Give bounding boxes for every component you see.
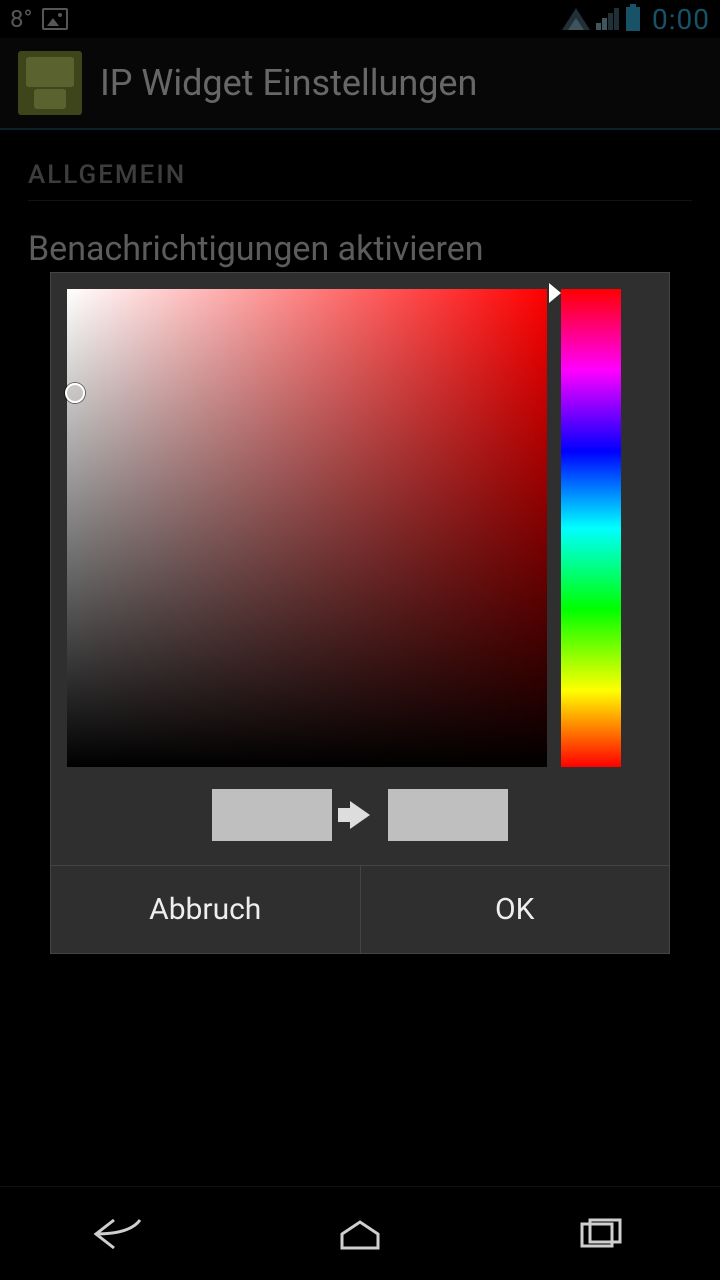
home-icon [330,1214,390,1254]
back-button[interactable] [60,1206,180,1262]
cancel-button[interactable]: Abbruch [51,866,361,953]
home-button[interactable] [300,1206,420,1262]
hue-slider[interactable] [561,289,621,767]
ok-button[interactable]: OK [361,866,670,953]
hue-indicator-icon[interactable] [549,283,561,303]
saturation-value-panel[interactable] [67,289,547,767]
back-icon [90,1214,150,1254]
recent-apps-button[interactable] [540,1206,660,1262]
system-navigation-bar [0,1186,720,1280]
color-picker-dialog: Abbruch OK [50,272,670,954]
current-color-swatch [212,789,332,841]
arrow-right-icon [350,801,370,829]
new-color-swatch [388,789,508,841]
sv-cursor-icon[interactable] [65,383,85,403]
color-swatch-row [51,783,669,865]
dialog-button-bar: Abbruch OK [51,865,669,953]
recent-icon [570,1214,630,1254]
